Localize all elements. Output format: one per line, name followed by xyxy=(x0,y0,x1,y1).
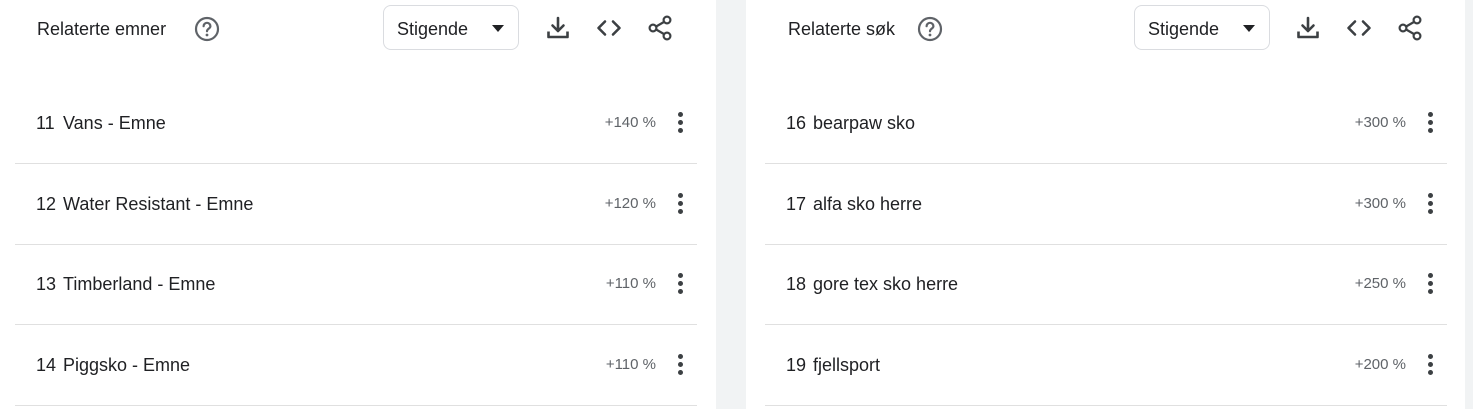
code-icon[interactable] xyxy=(595,14,623,42)
table-row[interactable]: 13 Timberland - Emne +110 % xyxy=(15,244,697,325)
more-vert-icon[interactable] xyxy=(669,352,693,378)
row-rank: 12 xyxy=(36,194,57,214)
panel-title: Relaterte søk xyxy=(788,19,896,39)
table-row[interactable]: 19 fjellsport +200 % xyxy=(765,325,1447,406)
row-label[interactable]: bearpaw sko xyxy=(813,112,915,134)
table-row[interactable]: 12 Water Resistant - Emne +120 % xyxy=(15,164,697,245)
help-circle-icon[interactable] xyxy=(917,16,943,42)
row-value: +110 % xyxy=(605,356,656,373)
sort-dropdown-value: Stigende xyxy=(397,19,469,39)
share-icon[interactable] xyxy=(646,14,674,42)
row-rank: 11 xyxy=(36,113,55,133)
row-label[interactable]: Vans - Emne xyxy=(63,112,166,134)
panel-title: Relaterte emner xyxy=(37,19,167,39)
more-vert-icon[interactable] xyxy=(1419,352,1443,378)
more-vert-icon[interactable] xyxy=(669,110,693,136)
table-row[interactable]: 11 Vans - Emne +140 % xyxy=(15,83,697,164)
row-rank: 18 xyxy=(786,274,807,294)
row-value: +300 % xyxy=(1354,114,1406,131)
row-rank: 17 xyxy=(786,194,807,214)
row-rank: 13 xyxy=(36,274,57,294)
row-value: +200 % xyxy=(1354,356,1406,373)
row-label[interactable]: alfa sko herre xyxy=(813,193,922,215)
table-row[interactable]: 16 bearpaw sko +300 % xyxy=(765,83,1447,164)
row-value: +110 % xyxy=(605,275,656,292)
row-value: +300 % xyxy=(1354,195,1406,212)
table-row[interactable]: 17 alfa sko herre +300 % xyxy=(765,164,1447,245)
dropdown-arrow-icon xyxy=(492,25,504,32)
row-rank: 14 xyxy=(36,355,57,375)
row-value: +120 % xyxy=(604,195,656,212)
dropdown-arrow-icon xyxy=(1243,25,1255,32)
row-value: +250 % xyxy=(1354,275,1406,292)
row-rank: 19 xyxy=(786,355,807,375)
related-topics-panel: Relaterte emner Stigende 11 Vans - Emne … xyxy=(0,0,716,409)
row-rank: 16 xyxy=(786,113,807,133)
download-icon[interactable] xyxy=(544,14,572,42)
download-icon[interactable] xyxy=(1294,14,1322,42)
more-vert-icon[interactable] xyxy=(1419,271,1443,297)
more-vert-icon[interactable] xyxy=(1419,110,1443,136)
row-value: +140 % xyxy=(604,114,656,131)
row-label[interactable]: fjellsport xyxy=(813,354,880,376)
share-icon[interactable] xyxy=(1396,14,1424,42)
more-vert-icon[interactable] xyxy=(669,191,693,217)
help-circle-icon[interactable] xyxy=(194,16,220,42)
sort-dropdown[interactable]: Stigende xyxy=(383,5,519,50)
table-row[interactable]: 14 Piggsko - Emne +110 % xyxy=(15,325,697,406)
sort-dropdown-value: Stigende xyxy=(1148,19,1220,39)
page-edge xyxy=(1465,0,1473,409)
table-row[interactable]: 18 gore tex sko herre +250 % xyxy=(765,244,1447,325)
related-queries-panel: Relaterte søk Stigende 16 bearpaw sko +3… xyxy=(746,0,1465,409)
sort-dropdown[interactable]: Stigende xyxy=(1134,5,1270,50)
row-label[interactable]: Water Resistant - Emne xyxy=(63,193,253,215)
code-icon[interactable] xyxy=(1345,14,1373,42)
row-label[interactable]: Timberland - Emne xyxy=(63,273,215,295)
more-vert-icon[interactable] xyxy=(669,271,693,297)
row-label[interactable]: Piggsko - Emne xyxy=(63,354,190,376)
more-vert-icon[interactable] xyxy=(1419,191,1443,217)
row-label[interactable]: gore tex sko herre xyxy=(813,273,958,295)
